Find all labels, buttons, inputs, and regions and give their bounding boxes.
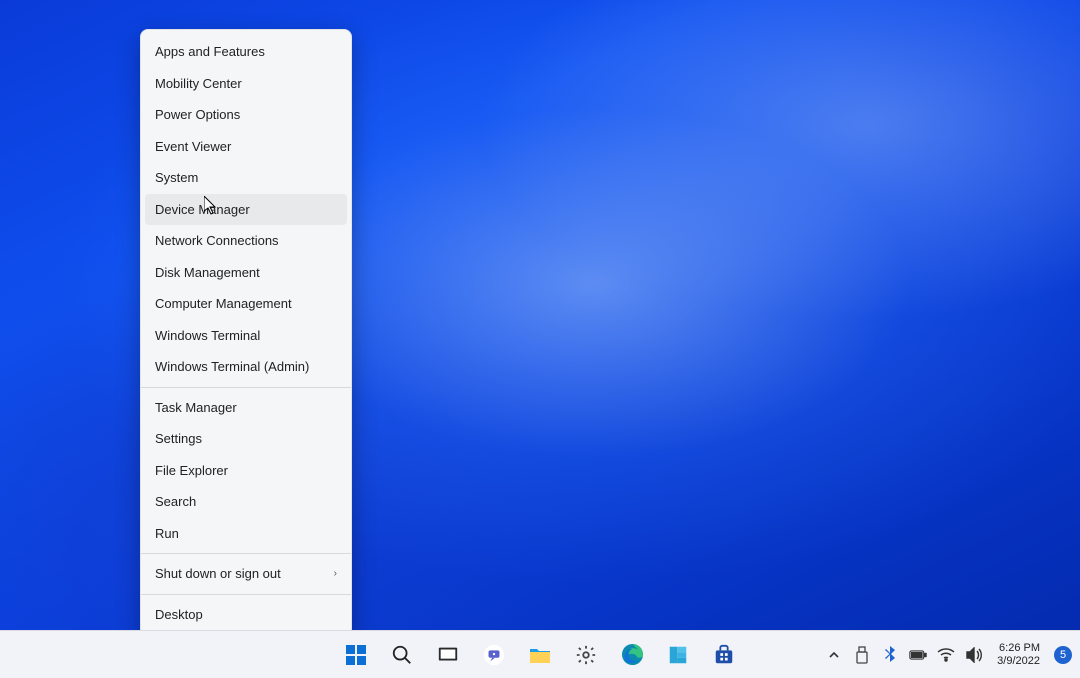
teams-button[interactable] (658, 635, 698, 675)
menu-item-label: Network Connections (155, 233, 279, 248)
menu-item-power-options[interactable]: Power Options (141, 99, 351, 131)
teams-icon (667, 644, 689, 666)
menu-item-search[interactable]: Search (141, 486, 351, 518)
search-button[interactable] (382, 635, 422, 675)
chevron-up-icon (828, 649, 840, 661)
menu-item-shutdown-signout[interactable]: Shut down or sign out › (141, 558, 351, 590)
menu-divider (141, 594, 351, 595)
menu-item-label: Computer Management (155, 296, 292, 311)
search-icon (391, 644, 413, 666)
edge-button[interactable] (612, 635, 652, 675)
system-tray: 6:26 PM 3/9/2022 5 (825, 631, 1072, 678)
usb-icon (855, 646, 869, 664)
menu-item-system[interactable]: System (141, 162, 351, 194)
menu-item-settings[interactable]: Settings (141, 423, 351, 455)
folder-icon (528, 643, 552, 667)
taskbar-center (336, 631, 744, 678)
taskbar: 6:26 PM 3/9/2022 5 (0, 630, 1080, 678)
menu-item-computer-management[interactable]: Computer Management (141, 288, 351, 320)
menu-item-windows-terminal[interactable]: Windows Terminal (141, 320, 351, 352)
menu-item-label: Disk Management (155, 265, 260, 280)
menu-item-label: Settings (155, 431, 202, 446)
menu-item-label: Task Manager (155, 400, 237, 415)
task-view-icon (437, 644, 459, 666)
menu-item-device-manager[interactable]: Device Manager (145, 194, 347, 226)
file-explorer-button[interactable] (520, 635, 560, 675)
menu-item-task-manager[interactable]: Task Manager (141, 392, 351, 424)
tray-wifi-button[interactable] (937, 646, 955, 664)
speaker-icon (965, 647, 983, 663)
menu-item-desktop[interactable]: Desktop (141, 599, 351, 631)
mouse-cursor-icon (204, 196, 218, 216)
start-button[interactable] (336, 635, 376, 675)
chat-icon (483, 644, 505, 666)
microsoft-store-button[interactable] (704, 635, 744, 675)
menu-divider (141, 387, 351, 388)
menu-item-apps-and-features[interactable]: Apps and Features (141, 36, 351, 68)
clock-time: 6:26 PM (997, 642, 1040, 655)
menu-item-windows-terminal-admin[interactable]: Windows Terminal (Admin) (141, 351, 351, 383)
tray-volume-button[interactable] (965, 646, 983, 664)
menu-item-label: File Explorer (155, 463, 228, 478)
menu-item-network-connections[interactable]: Network Connections (141, 225, 351, 257)
menu-item-mobility-center[interactable]: Mobility Center (141, 68, 351, 100)
taskbar-clock[interactable]: 6:26 PM 3/9/2022 (997, 642, 1040, 668)
notification-badge[interactable]: 5 (1054, 646, 1072, 664)
menu-item-label: System (155, 170, 198, 185)
menu-item-label: Device Manager (155, 202, 250, 217)
chevron-right-icon: › (334, 568, 337, 579)
menu-divider (141, 553, 351, 554)
chat-button[interactable] (474, 635, 514, 675)
clock-date: 3/9/2022 (997, 655, 1040, 668)
menu-item-disk-management[interactable]: Disk Management (141, 257, 351, 289)
winx-context-menu: Apps and Features Mobility Center Power … (140, 29, 352, 637)
menu-item-label: Windows Terminal (155, 328, 260, 343)
menu-item-label: Power Options (155, 107, 240, 122)
menu-item-label: Run (155, 526, 179, 541)
notification-count: 5 (1060, 649, 1066, 661)
menu-item-label: Shut down or sign out (155, 566, 281, 581)
store-icon (713, 644, 735, 666)
tray-usb-button[interactable] (853, 646, 871, 664)
menu-item-label: Desktop (155, 607, 203, 622)
menu-item-label: Mobility Center (155, 76, 242, 91)
menu-item-event-viewer[interactable]: Event Viewer (141, 131, 351, 163)
menu-item-run[interactable]: Run (141, 518, 351, 550)
menu-item-label: Search (155, 494, 196, 509)
battery-icon (909, 648, 927, 662)
bluetooth-icon (883, 646, 897, 664)
wifi-icon (937, 648, 955, 662)
windows-logo-icon (344, 643, 368, 667)
tray-overflow-button[interactable] (825, 646, 843, 664)
tray-bluetooth-button[interactable] (881, 646, 899, 664)
menu-item-label: Apps and Features (155, 44, 265, 59)
settings-button[interactable] (566, 635, 606, 675)
gear-icon (575, 644, 597, 666)
tray-battery-button[interactable] (909, 646, 927, 664)
task-view-button[interactable] (428, 635, 468, 675)
menu-item-label: Windows Terminal (Admin) (155, 359, 309, 374)
menu-item-label: Event Viewer (155, 139, 231, 154)
edge-icon (621, 643, 644, 666)
menu-item-file-explorer[interactable]: File Explorer (141, 455, 351, 487)
